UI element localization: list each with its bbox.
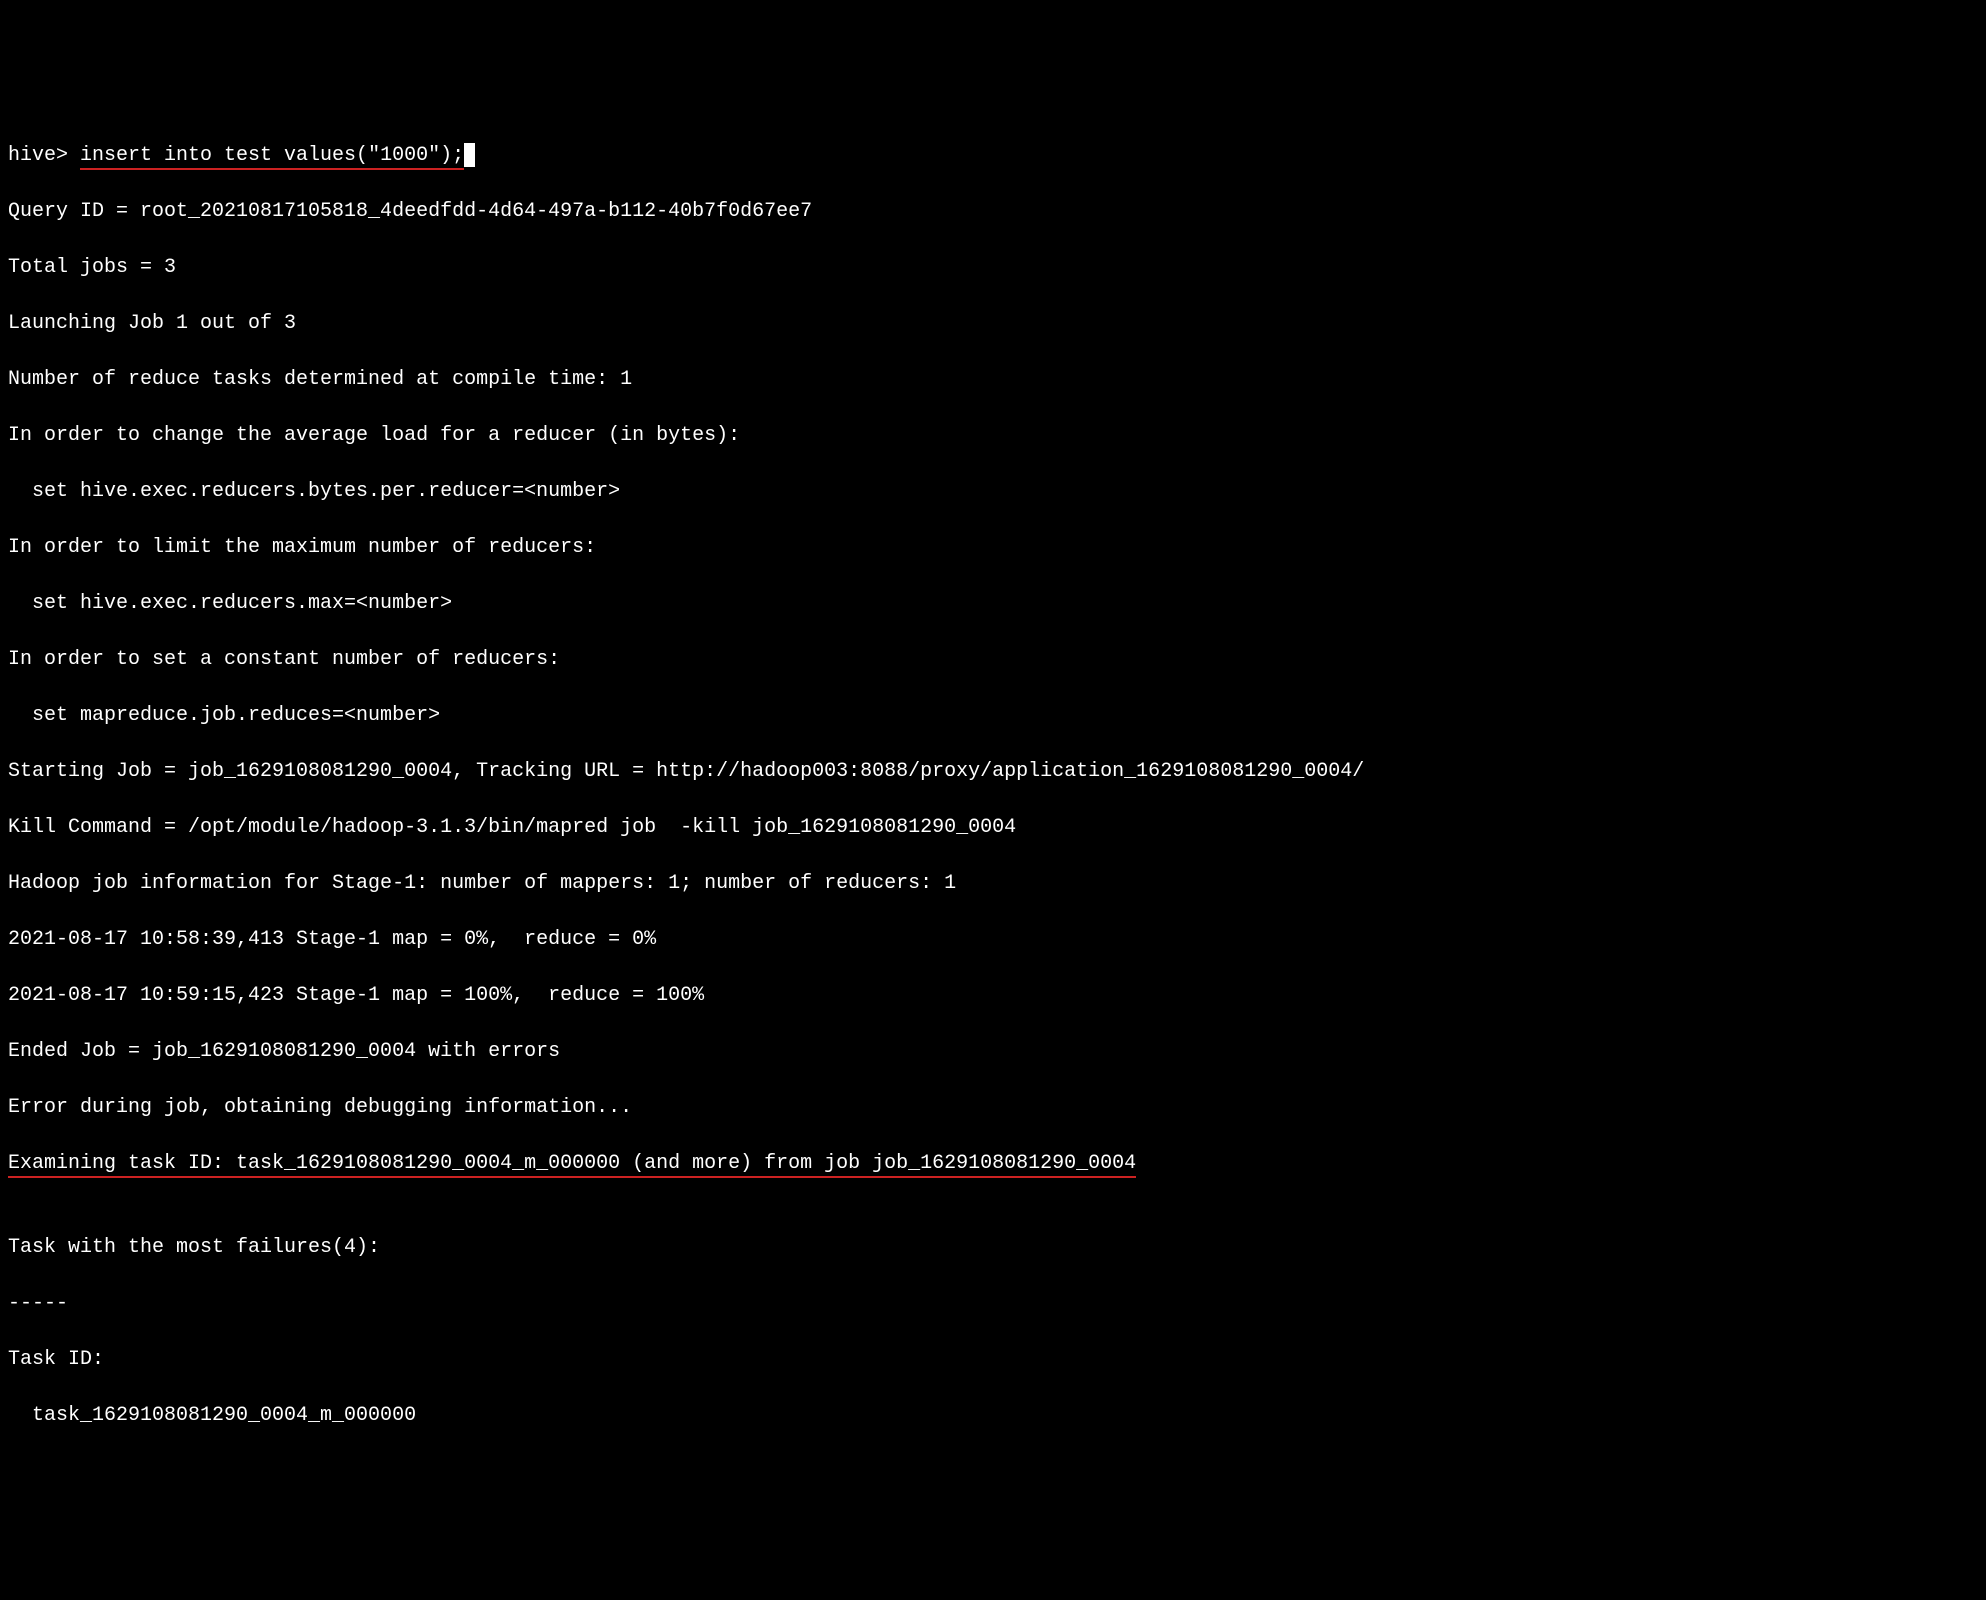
terminal-window[interactable]: hive> insert into test values("1000"); Q… (8, 114, 1978, 1458)
terminal-line: Kill Command = /opt/module/hadoop-3.1.3/… (8, 814, 1978, 842)
terminal-line: Launching Job 1 out of 3 (8, 310, 1978, 338)
terminal-line: 2021-08-17 10:58:39,413 Stage-1 map = 0%… (8, 926, 1978, 954)
terminal-line: set mapreduce.job.reduces=<number> (8, 702, 1978, 730)
terminal-line: Error during job, obtaining debugging in… (8, 1094, 1978, 1122)
terminal-line: set hive.exec.reducers.max=<number> (8, 590, 1978, 618)
terminal-line: task_1629108081290_0004_m_000000 (8, 1402, 1978, 1430)
terminal-line: Query ID = root_20210817105818_4deedfdd-… (8, 198, 1978, 226)
terminal-line: Ended Job = job_1629108081290_0004 with … (8, 1038, 1978, 1066)
terminal-line: In order to set a constant number of red… (8, 646, 1978, 674)
terminal-line: ----- (8, 1290, 1978, 1318)
command-text: insert into test values("1000"); (80, 144, 464, 170)
examining-text: Examining task ID: task_1629108081290_00… (8, 1152, 1136, 1178)
terminal-line: Task with the most failures(4): (8, 1234, 1978, 1262)
terminal-line: 2021-08-17 10:59:15,423 Stage-1 map = 10… (8, 982, 1978, 1010)
terminal-line: Task ID: (8, 1346, 1978, 1374)
terminal-line: In order to change the average load for … (8, 422, 1978, 450)
terminal-line-command: hive> insert into test values("1000"); (8, 142, 1978, 170)
prompt: hive> (8, 144, 80, 167)
terminal-line-highlighted: Examining task ID: task_1629108081290_00… (8, 1150, 1978, 1178)
terminal-line: set hive.exec.reducers.bytes.per.reducer… (8, 478, 1978, 506)
terminal-line: Starting Job = job_1629108081290_0004, T… (8, 758, 1978, 786)
terminal-line: In order to limit the maximum number of … (8, 534, 1978, 562)
terminal-line: Total jobs = 3 (8, 254, 1978, 282)
terminal-line: Number of reduce tasks determined at com… (8, 366, 1978, 394)
cursor (464, 143, 475, 167)
terminal-line: Hadoop job information for Stage-1: numb… (8, 870, 1978, 898)
